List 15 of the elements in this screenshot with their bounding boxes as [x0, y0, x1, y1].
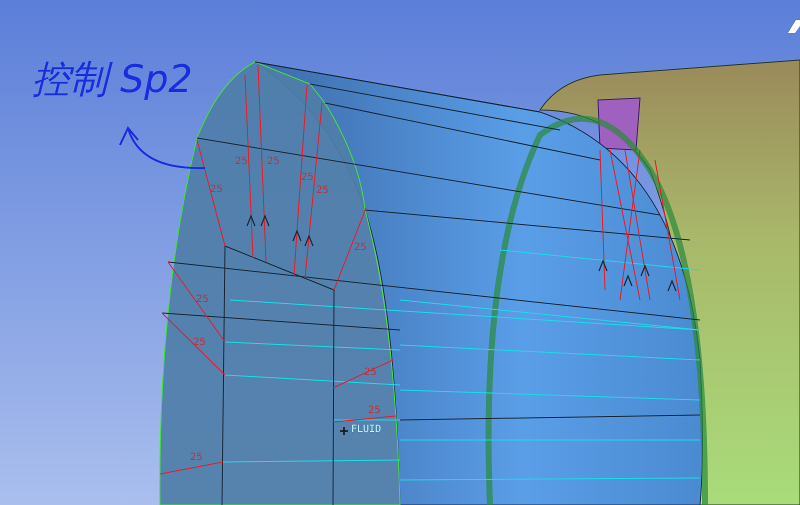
mesh-count-label: 25 [316, 185, 329, 196]
mesh-count-label: 25 [235, 156, 248, 167]
mesh-count-label: 25 [190, 452, 203, 463]
logo-icon [788, 20, 800, 33]
mesh-count-label: 25 [301, 172, 314, 183]
mesh-count-label: 25 [193, 337, 206, 348]
mesh-count-label: 25 [267, 156, 280, 167]
handwritten-note: 控制 Sp2 [32, 57, 192, 101]
mesh-count-label: 25 [196, 294, 209, 305]
plus-icon [339, 426, 349, 436]
part-label: FLUID [351, 424, 382, 435]
mesh-count-label: 25 [364, 367, 377, 378]
mesh-count-label: 25 [354, 242, 367, 253]
mesh-count-label: 25 [368, 405, 381, 416]
mesh-count-label: 25 [210, 184, 223, 195]
